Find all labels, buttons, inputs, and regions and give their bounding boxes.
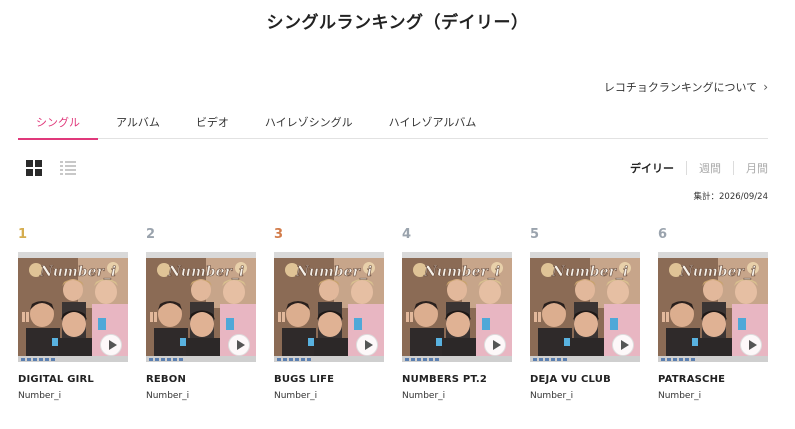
rank-number: 5 xyxy=(530,227,540,242)
play-icon[interactable] xyxy=(484,334,506,356)
jacket-image[interactable]: Number_i xyxy=(530,252,640,362)
tally-date: 集計：2026/09/24 xyxy=(693,192,769,202)
artist-name[interactable]: Number_i xyxy=(274,391,384,401)
period-monthly[interactable]: 月間 xyxy=(734,160,768,176)
rank-number: 6 xyxy=(658,227,668,242)
period-weekly[interactable]: 週間 xyxy=(687,160,733,176)
rank-number: 4 xyxy=(402,227,412,242)
list-view-icon[interactable] xyxy=(60,160,76,176)
jacket-image[interactable]: Number_i xyxy=(402,252,512,362)
artist-name[interactable]: Number_i xyxy=(658,391,768,401)
about-ranking-link[interactable]: レコチョクランキングについて › xyxy=(604,79,768,95)
artist-name[interactable]: Number_i xyxy=(402,391,512,401)
ranking-card: 6 Number_i PATRASCHE Number_i xyxy=(658,226,768,401)
ranking-card: 3 Number_i BUGS LIFE Number_i xyxy=(274,226,384,401)
play-icon[interactable] xyxy=(228,334,250,356)
rank-number: 1 xyxy=(18,227,28,242)
ranking-card: 5 Number_i DEJA VU CLUB Number_i xyxy=(530,226,640,401)
ranking-card: 4 Number_i NUMBERS PT.2 Number_i xyxy=(402,226,512,401)
play-icon[interactable] xyxy=(356,334,378,356)
ranking-grid: 1 Number_i DIGITAL GIRL Number_i 2 Numbe… xyxy=(18,226,768,401)
jacket-image[interactable]: Number_i xyxy=(18,252,128,362)
period-selector: デイリー 週間 月間 xyxy=(630,160,768,176)
svg-text:Number_i: Number_i xyxy=(679,264,756,280)
ranking-card: 1 Number_i DIGITAL GIRL Number_i xyxy=(18,226,128,401)
ranking-card: 2 Number_i REBON Number_i xyxy=(146,226,256,401)
play-icon[interactable] xyxy=(740,334,762,356)
song-title[interactable]: REBON xyxy=(146,374,256,385)
rank-number: 2 xyxy=(146,227,156,242)
song-title[interactable]: DIGITAL GIRL xyxy=(18,374,128,385)
artist-name[interactable]: Number_i xyxy=(18,391,128,401)
jacket-image[interactable]: Number_i xyxy=(274,252,384,362)
svg-text:Number_i: Number_i xyxy=(39,264,116,280)
tab-single[interactable]: シングル xyxy=(18,104,98,140)
song-title[interactable]: DEJA VU CLUB xyxy=(530,374,640,385)
chevron-right-icon: › xyxy=(763,80,768,94)
song-title[interactable]: NUMBERS PT.2 xyxy=(402,374,512,385)
category-tabs: シングル アルバム ビデオ ハイレゾシングル ハイレゾアルバム xyxy=(18,104,768,140)
page-title: シングルランキング（デイリー） xyxy=(266,13,529,33)
play-icon[interactable] xyxy=(100,334,122,356)
svg-text:Number_i: Number_i xyxy=(295,264,372,280)
rank-number: 3 xyxy=(274,227,284,242)
svg-text:Number_i: Number_i xyxy=(423,264,500,280)
tab-hires-album[interactable]: ハイレゾアルバム xyxy=(371,104,495,139)
song-title[interactable]: BUGS LIFE xyxy=(274,374,384,385)
tab-album[interactable]: アルバム xyxy=(98,104,178,139)
view-toggle xyxy=(26,160,76,176)
svg-text:Number_i: Number_i xyxy=(167,264,244,280)
ranking-page: シングルランキング（デイリー） レコチョクランキングについて › シングル アル… xyxy=(0,0,795,429)
artist-name[interactable]: Number_i xyxy=(530,391,640,401)
tab-video[interactable]: ビデオ xyxy=(178,104,247,139)
tab-hires-single[interactable]: ハイレゾシングル xyxy=(247,104,371,139)
period-daily[interactable]: デイリー xyxy=(630,160,686,176)
svg-text:Number_i: Number_i xyxy=(551,264,628,280)
song-title[interactable]: PATRASCHE xyxy=(658,374,768,385)
grid-view-icon[interactable] xyxy=(26,160,42,176)
jacket-image[interactable]: Number_i xyxy=(146,252,256,362)
artist-name[interactable]: Number_i xyxy=(146,391,256,401)
jacket-image[interactable]: Number_i xyxy=(658,252,768,362)
play-icon[interactable] xyxy=(612,334,634,356)
about-ranking-label: レコチョクランキングについて xyxy=(603,81,758,94)
